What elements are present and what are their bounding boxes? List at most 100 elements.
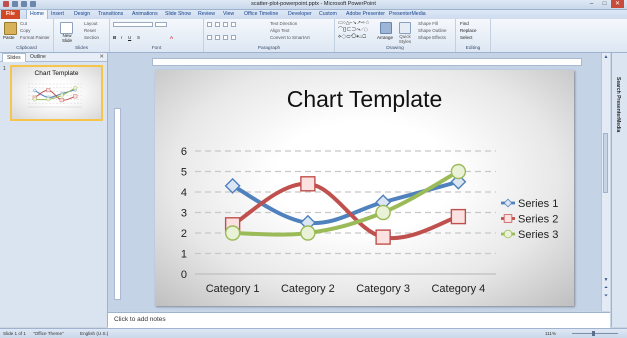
data-point bbox=[73, 85, 78, 90]
scroll-up-icon[interactable]: ▲ bbox=[603, 54, 609, 60]
align-left-icon[interactable] bbox=[207, 35, 212, 40]
data-point bbox=[375, 229, 391, 245]
font-size-combo[interactable] bbox=[155, 22, 167, 27]
data-point bbox=[224, 225, 241, 241]
window-title: scatter-plot-powerpoint.pptx - Microsoft… bbox=[251, 1, 376, 7]
numbering-icon[interactable] bbox=[215, 22, 220, 27]
bold-icon[interactable]: B bbox=[113, 35, 116, 40]
minimize-icon[interactable]: – bbox=[585, 0, 598, 8]
text-direction-button[interactable]: Text Direction bbox=[270, 21, 297, 26]
tab-review[interactable]: Review bbox=[198, 10, 215, 19]
scroll-down-icon[interactable]: ▼ bbox=[603, 277, 609, 283]
next-slide-icon[interactable]: ⏷ bbox=[603, 293, 609, 299]
tab-outline[interactable]: Outline bbox=[26, 53, 50, 61]
shape-fill-button[interactable]: Shape Fill bbox=[418, 21, 438, 26]
slide-thumbnail[interactable]: Chart Template bbox=[10, 65, 103, 121]
tab-adobe-presenter[interactable]: Adobe Presenter bbox=[346, 10, 385, 19]
shapes-gallery[interactable]: ▭○△⌐↘↗⇨☆ bbox=[338, 21, 370, 26]
font-name-combo[interactable] bbox=[113, 22, 153, 27]
legend-label: Series 2 bbox=[518, 214, 558, 226]
find-button[interactable]: Find bbox=[460, 21, 469, 26]
scrollbar-thumb[interactable] bbox=[603, 133, 608, 193]
font-color-icon[interactable]: A bbox=[170, 35, 173, 40]
align-text-button[interactable]: Align Text bbox=[270, 28, 289, 33]
x-tick-label: Category 1 bbox=[206, 283, 260, 295]
tab-design[interactable]: Design bbox=[74, 10, 90, 19]
arrange-icon[interactable] bbox=[380, 22, 392, 34]
convert-smartart-button[interactable]: Convert to SmartArt bbox=[270, 35, 310, 40]
tab-animations[interactable]: Animations bbox=[132, 10, 158, 19]
tab-home[interactable]: Home bbox=[26, 9, 48, 19]
layout-button[interactable]: Layout bbox=[84, 21, 98, 26]
align-center-icon[interactable] bbox=[215, 35, 220, 40]
x-tick-label: Category 2 bbox=[281, 283, 335, 295]
shape-effects-button[interactable]: Shape Effects bbox=[418, 35, 446, 40]
reset-button[interactable]: Reset bbox=[84, 28, 96, 33]
tab-office-timeline[interactable]: Office Timeline bbox=[244, 10, 278, 19]
replace-button[interactable]: Replace bbox=[460, 28, 477, 33]
italic-icon[interactable]: I bbox=[121, 35, 122, 40]
horizontal-ruler bbox=[152, 58, 582, 66]
notes-placeholder[interactable]: Click to add notes bbox=[114, 316, 166, 323]
vertical-scrollbar[interactable]: ▲ ▼ ⏶ ⏷ bbox=[601, 53, 610, 311]
legend-label: Series 1 bbox=[518, 198, 558, 210]
tab-custom[interactable]: Custom bbox=[319, 10, 337, 19]
bullets-icon[interactable] bbox=[207, 22, 212, 27]
slide-canvas[interactable]: Chart Template 0 1 2 3 4 5 6 Category 1 Category… bbox=[155, 70, 574, 306]
close-icon[interactable]: ✕ bbox=[611, 0, 624, 8]
tab-transitions[interactable]: Transitions bbox=[98, 10, 123, 19]
underline-icon[interactable]: U bbox=[128, 35, 131, 40]
justify-icon[interactable] bbox=[231, 35, 236, 40]
maximize-icon[interactable]: □ bbox=[598, 0, 611, 8]
ribbon-tabs: File Home Insert Design Transitions Anim… bbox=[0, 9, 627, 19]
tab-file[interactable]: File bbox=[1, 10, 20, 19]
tab-insert[interactable]: Insert bbox=[51, 10, 64, 19]
tab-view[interactable]: View bbox=[223, 10, 234, 19]
zoom-slider-knob[interactable] bbox=[592, 331, 595, 336]
series-line bbox=[230, 179, 461, 226]
y-tick-label: 0 bbox=[181, 269, 187, 281]
align-right-icon[interactable] bbox=[223, 35, 228, 40]
data-point bbox=[59, 93, 64, 98]
tab-slides[interactable]: Slides bbox=[2, 53, 26, 62]
tab-slide-show[interactable]: Slide Show bbox=[165, 10, 191, 19]
quick-styles-icon[interactable] bbox=[399, 22, 411, 34]
quick-styles-button[interactable]: Quick Styles bbox=[395, 34, 415, 45]
data-point bbox=[73, 94, 78, 99]
paste-button[interactable]: Paste bbox=[3, 35, 15, 40]
copy-button[interactable]: Copy bbox=[20, 28, 31, 33]
select-button[interactable]: Select bbox=[460, 35, 473, 40]
paste-icon[interactable] bbox=[4, 22, 17, 35]
strikethrough-icon[interactable]: S bbox=[137, 35, 140, 40]
arrange-button[interactable]: Arrange bbox=[377, 35, 393, 40]
line-chart[interactable]: 0 1 2 3 4 5 6 Category 1 Category 2 Category 3 Cat… bbox=[155, 70, 574, 306]
data-point bbox=[375, 204, 391, 221]
data-point bbox=[450, 208, 467, 225]
zoom-slider[interactable] bbox=[572, 333, 618, 334]
legend-label: Series 3 bbox=[518, 229, 558, 241]
editing-group: Find Replace Select Editing bbox=[456, 19, 491, 52]
series-line bbox=[230, 169, 461, 237]
format-painter-button[interactable]: Format Painter bbox=[20, 35, 50, 40]
tab-presentermedia[interactable]: PresenterMedia bbox=[389, 10, 426, 19]
cut-button[interactable]: Cut bbox=[20, 21, 27, 26]
previous-slide-icon[interactable]: ⏶ bbox=[603, 285, 609, 291]
y-tick-label: 6 bbox=[181, 146, 187, 158]
tab-developer[interactable]: Developer bbox=[288, 10, 312, 19]
y-tick-label: 1 bbox=[181, 249, 187, 261]
search-presentermedia-label[interactable]: Search PresenterMedia bbox=[615, 77, 621, 132]
shape-outline-button[interactable]: Shape Outline bbox=[418, 28, 447, 33]
new-slide-button[interactable]: New Slide bbox=[57, 33, 77, 44]
data-point bbox=[450, 163, 467, 180]
close-pane-icon[interactable]: ✕ bbox=[99, 53, 104, 61]
shapes-gallery-row2[interactable]: ⌒{}⊂⊃⤳⟋⬡ bbox=[338, 28, 368, 33]
font-group-label: Font bbox=[151, 46, 162, 51]
notes-pane[interactable]: Click to add notes bbox=[108, 312, 610, 328]
paragraph-group-label: Paragraph bbox=[257, 46, 281, 51]
section-button[interactable]: Section bbox=[84, 35, 99, 40]
panel-tabs: Slides Outline ✕ bbox=[0, 53, 107, 62]
shapes-gallery-row3[interactable]: ⟡◇⬭⟲✶⌂▢ bbox=[338, 35, 366, 40]
decrease-indent-icon[interactable] bbox=[223, 22, 228, 27]
increase-indent-icon[interactable] bbox=[231, 22, 236, 27]
data-point bbox=[32, 97, 37, 102]
